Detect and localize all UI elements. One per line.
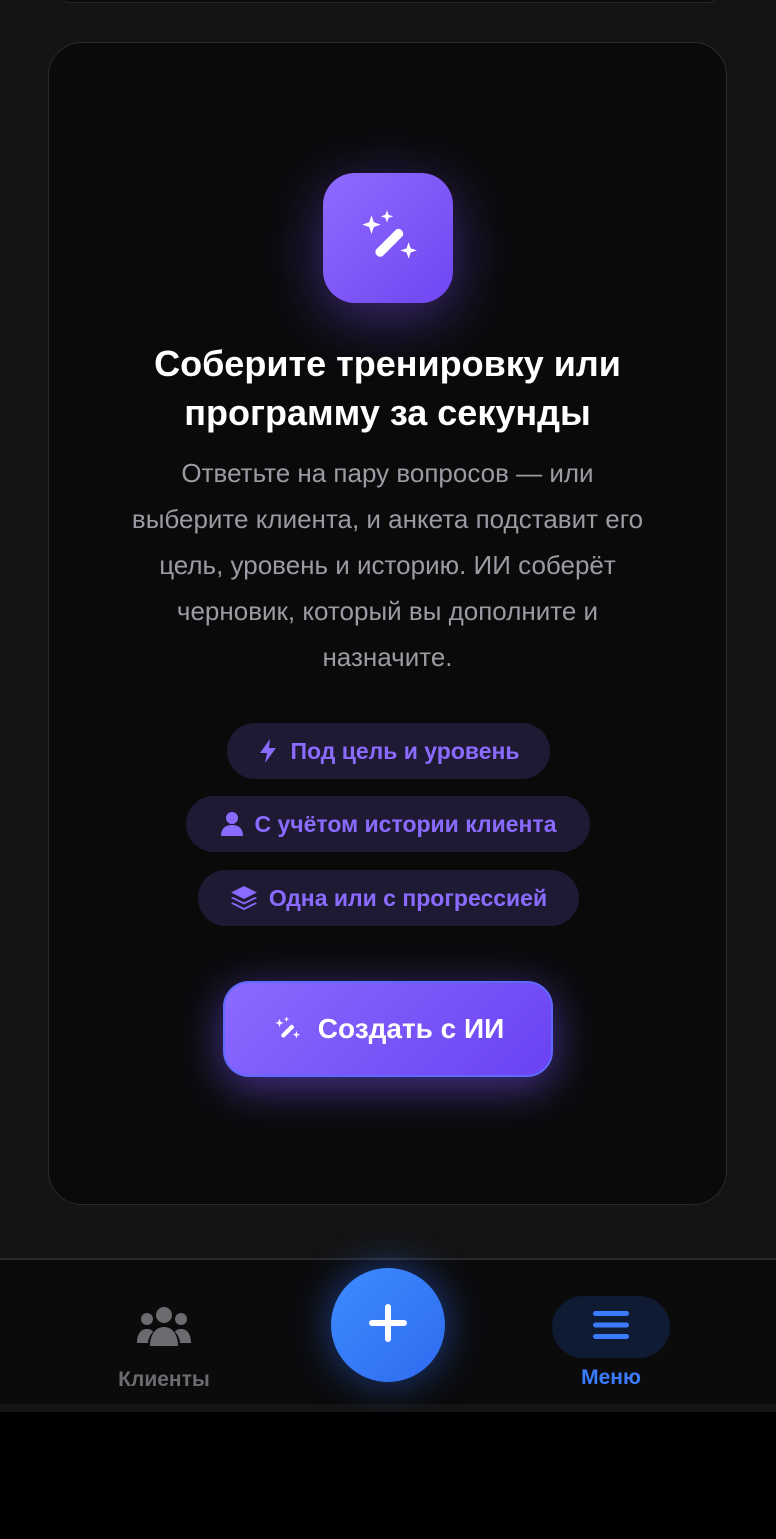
hamburger-menu-icon [592,1309,630,1346]
nav-label-menu: Меню [581,1366,641,1389]
create-with-ai-button[interactable]: Создать с ИИ [223,981,553,1077]
feature-chip-label: Одна или с прогрессией [268,884,548,911]
nav-item-menu[interactable]: Меню [541,1296,681,1390]
menu-active-pill [552,1296,670,1358]
feature-chip-progression: Одна или с прогрессией [198,870,579,926]
plus-icon [367,1302,409,1349]
lightning-icon [257,738,279,764]
feature-chip-goal-level: Под цель и уровень [227,723,550,779]
users-icon [137,1298,191,1356]
nav-label-clients: Клиенты [118,1368,210,1391]
nav-item-clients[interactable]: Клиенты [94,1298,234,1392]
card-title: Соберите тренировку или программу за сек… [154,343,621,433]
layers-icon [230,885,258,911]
card-description: Ответьте на пару вопросов — или выберите… [131,458,644,672]
add-button[interactable] [331,1268,445,1382]
feature-chip-label: Под цель и уровень [290,737,520,764]
ai-builder-card: Соберите тренировку или программу за сек… [48,42,727,1205]
previous-card-edge [60,0,718,3]
feature-chip-label: С учётом истории клиента [254,810,557,837]
create-with-ai-label: Создать с ИИ [317,1013,505,1044]
feature-chip-client-history: С учётом истории клиента [186,796,590,852]
magic-wand-icon [272,1014,302,1044]
magic-wand-icon [323,173,453,303]
screen-bottom-area [0,1412,776,1539]
user-icon [220,811,244,837]
